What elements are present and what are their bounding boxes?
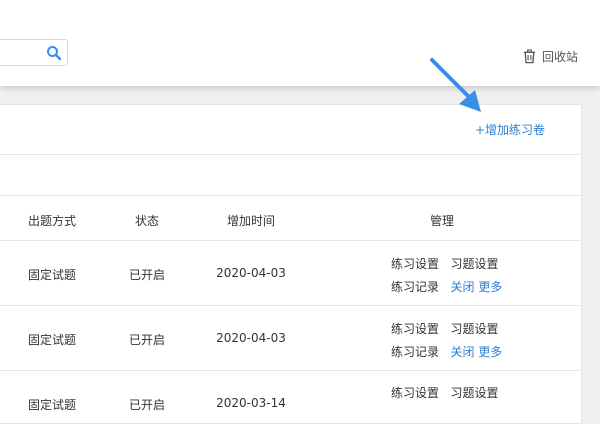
column-header-date: 增加时间 <box>226 214 276 228</box>
row-date: 2020-04-03 <box>216 331 286 345</box>
recycle-bin-button[interactable]: 回收站 <box>522 47 578 65</box>
row-actions-line1: 练习设置 习题设置 <box>391 255 498 272</box>
question-settings-link[interactable]: 习题设置 <box>450 257 498 271</box>
more-link[interactable]: 更多 <box>478 345 502 359</box>
divider <box>0 195 582 196</box>
divider <box>0 370 582 371</box>
row-status: 已开启 <box>128 333 166 347</box>
practice-records-link[interactable]: 练习记录 <box>391 345 439 359</box>
search-input[interactable] <box>0 39 68 66</box>
close-link[interactable]: 关闭 <box>450 345 474 359</box>
column-header-manage: 管理 <box>429 214 455 228</box>
divider <box>0 305 582 306</box>
row-mode: 固定试题 <box>27 398 77 412</box>
column-header-status: 状态 <box>134 214 160 228</box>
row-actions-line1: 练习设置 习题设置 <box>391 384 498 401</box>
practice-records-link[interactable]: 练习记录 <box>391 280 439 294</box>
row-status: 已开启 <box>128 268 166 282</box>
column-header-mode: 出题方式 <box>27 214 77 228</box>
row-status: 已开启 <box>128 398 166 412</box>
row-actions-line2: 练习记录 关闭 更多 <box>391 343 502 360</box>
row-date: 2020-03-14 <box>216 396 286 410</box>
row-date: 2020-04-03 <box>216 266 286 280</box>
search-icon[interactable] <box>46 45 62 61</box>
row-mode: 固定试题 <box>27 268 77 282</box>
divider <box>0 154 582 155</box>
pointer-arrow-icon <box>430 58 481 112</box>
divider <box>0 240 582 241</box>
trash-icon <box>523 49 536 63</box>
practice-settings-link[interactable]: 练习设置 <box>391 257 439 271</box>
question-settings-link[interactable]: 习题设置 <box>450 386 498 400</box>
close-link[interactable]: 关闭 <box>450 280 474 294</box>
recycle-bin-label: 回收站 <box>542 49 579 64</box>
question-settings-link[interactable]: 习题设置 <box>450 322 498 336</box>
row-actions-line2: 练习记录 关闭 更多 <box>391 278 502 295</box>
top-bar: 回收站 <box>0 0 600 86</box>
practice-settings-link[interactable]: 练习设置 <box>391 386 439 400</box>
row-actions-line1: 练习设置 习题设置 <box>391 320 498 337</box>
row-mode: 固定试题 <box>27 333 77 347</box>
practice-settings-link[interactable]: 练习设置 <box>391 322 439 336</box>
more-link[interactable]: 更多 <box>478 280 502 294</box>
